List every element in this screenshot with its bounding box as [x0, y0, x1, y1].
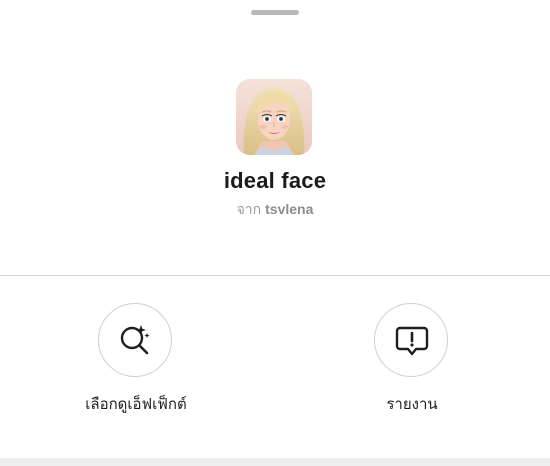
report-icon — [395, 326, 429, 356]
creator-name[interactable]: tsvlena — [265, 201, 313, 217]
bottom-edge — [0, 458, 550, 466]
browse-effects-circle[interactable] — [98, 303, 172, 377]
section-divider — [0, 275, 550, 276]
report-circle[interactable] — [374, 303, 448, 377]
search-sparkle-icon — [120, 325, 150, 355]
effect-header: ideal face จาก tsvlena — [0, 0, 550, 276]
effect-creator[interactable]: จาก tsvlena — [0, 199, 550, 221]
effect-title: ideal face — [223, 168, 327, 193]
bottom-sheet: ideal face จาก tsvlena เลือกดูเอ็ฟเฟ็กต์ … — [0, 0, 550, 466]
creator-prefix: จาก — [236, 201, 262, 217]
report-label: รายงาน — [386, 396, 438, 413]
effect-thumbnail — [236, 79, 312, 155]
report-button[interactable]: รายงาน — [312, 303, 512, 413]
browse-effects-label: เลือกดูเอ็ฟเฟ็กต์ — [85, 396, 187, 413]
browse-effects-button[interactable]: เลือกดูเอ็ฟเฟ็กต์ — [36, 303, 236, 413]
